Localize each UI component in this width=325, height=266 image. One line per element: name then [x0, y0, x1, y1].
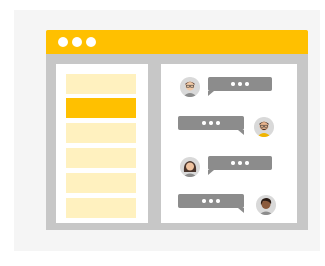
dot-icon — [216, 121, 220, 125]
sidebar-item[interactable] — [66, 148, 136, 168]
sidebar-item[interactable] — [66, 198, 136, 218]
sidebar-panel — [56, 64, 148, 223]
window-titlebar — [46, 30, 308, 54]
person-with-glasses-icon — [180, 77, 200, 97]
chat-panel — [161, 64, 297, 223]
sidebar-item[interactable] — [66, 74, 136, 94]
dot-icon — [202, 121, 206, 125]
bubble-tail — [238, 130, 244, 135]
dot-icon — [238, 82, 242, 86]
chat-bubble — [208, 156, 272, 175]
sidebar-item-selected[interactable] — [66, 98, 136, 118]
bubble-tail — [238, 208, 244, 213]
bubble-tail — [208, 170, 214, 175]
dot-icon — [216, 199, 220, 203]
sidebar-item[interactable] — [66, 123, 136, 143]
app-window — [46, 30, 308, 230]
window-dot-icon — [86, 37, 96, 47]
chat-bubble — [208, 77, 272, 96]
dot-icon — [231, 161, 235, 165]
dot-icon — [202, 199, 206, 203]
sidebar-item[interactable] — [66, 173, 136, 193]
dot-icon — [245, 82, 249, 86]
window-body — [46, 54, 308, 230]
chat-bubble — [178, 116, 244, 135]
person-dark-skin-icon — [256, 195, 276, 215]
person-with-beard-icon — [254, 117, 274, 137]
window-dot-icon — [72, 37, 82, 47]
chat-bubble — [178, 194, 244, 213]
window-dot-icon — [58, 37, 68, 47]
dot-icon — [209, 199, 213, 203]
person-long-hair-icon — [180, 157, 200, 177]
bubble-tail — [208, 91, 214, 96]
dot-icon — [238, 161, 242, 165]
dot-icon — [231, 82, 235, 86]
dot-icon — [245, 161, 249, 165]
dot-icon — [209, 121, 213, 125]
